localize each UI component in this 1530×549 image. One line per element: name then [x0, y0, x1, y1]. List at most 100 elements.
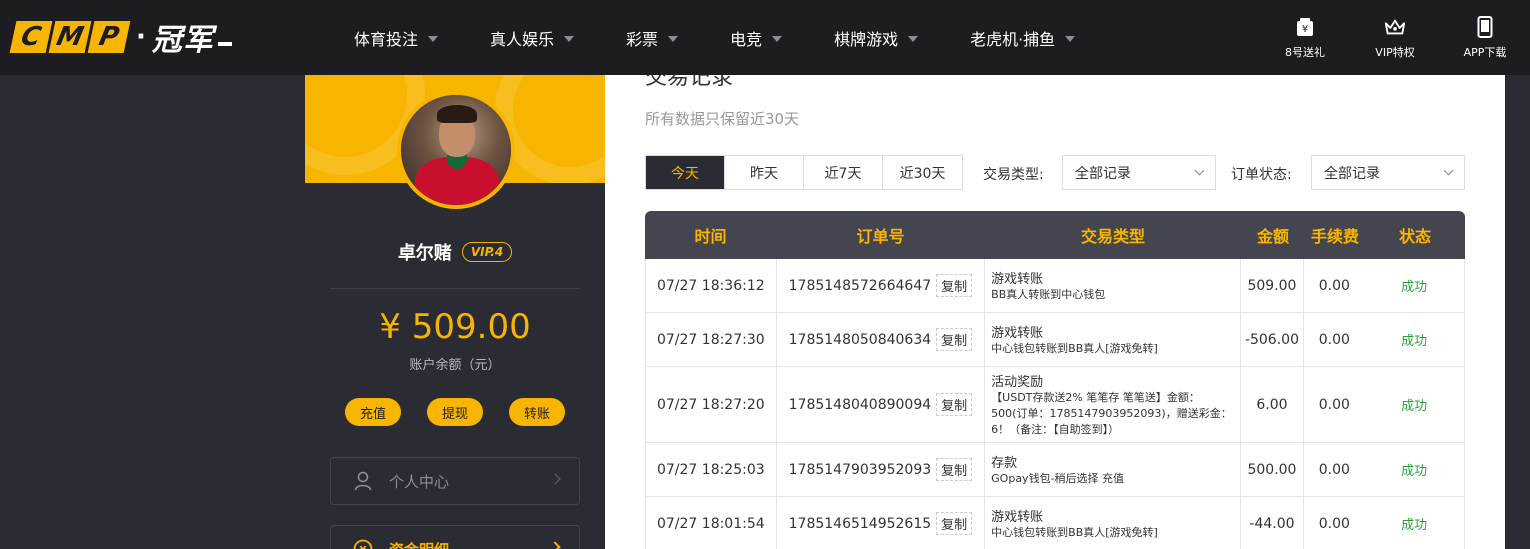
status-badge: 成功 — [1401, 464, 1428, 479]
logo-text: 冠军 — [151, 23, 214, 58]
cell-time: 07/27 18:36:12 — [646, 259, 777, 312]
brand-logo[interactable]: C M P · 冠军 — [9, 19, 232, 58]
gift-yen-icon: ¥ — [1294, 16, 1316, 38]
chevron-down-icon — [1443, 165, 1454, 176]
deposit-button[interactable]: 充值 — [345, 398, 401, 426]
logo-cmp: C M P — [9, 21, 131, 53]
logo-letter: C — [9, 21, 53, 53]
logo-letter: P — [87, 21, 131, 53]
main-nav: 体育投注 真人娱乐 彩票 电竞 棋牌游戏 老虎机·捕鱼 — [354, 0, 1127, 75]
cell-fee: 0.00 — [1318, 331, 1350, 348]
col-amount: 金额 — [1256, 227, 1289, 246]
logo-mark — [217, 42, 232, 46]
cell-time: 07/27 18:01:54 — [646, 497, 777, 549]
account-sidebar: 卓尔赌 VIP.4 ¥ 509.00 账户余额（元） 充值 提现 转账 个人中心… — [305, 75, 605, 549]
copy-button[interactable]: 复制 — [936, 512, 973, 535]
col-fee: 手续费 — [1310, 227, 1359, 246]
sidebar-item-fund-details[interactable]: ¥ 资金明细 — [330, 525, 580, 549]
top-header: C M P · 冠军 体育投注 真人娱乐 彩票 电竞 棋牌游戏 老虎机·捕鱼 ¥… — [0, 0, 1530, 75]
nav-item-slots-fishing[interactable]: 老虎机·捕鱼 — [970, 26, 1076, 50]
nav-label: 棋牌游戏 — [834, 29, 899, 49]
table-row: 07/27 18:36:12 1785148572664647 复制 游戏转账 BB… — [645, 259, 1465, 313]
status-badge: 成功 — [1401, 334, 1428, 349]
copy-button[interactable]: 复制 — [936, 393, 973, 416]
transfer-button[interactable]: 转账 — [509, 398, 565, 426]
app-label: APP下载 — [1463, 45, 1507, 59]
gift-button[interactable]: ¥ 8号送礼 — [1260, 0, 1350, 75]
status-badge: 成功 — [1401, 280, 1428, 295]
type-detail: GOpay钱包-稍后选择 充值 — [991, 472, 1125, 485]
col-type: 交易类型 — [1080, 227, 1145, 246]
cell-fee: 0.00 — [1318, 515, 1350, 532]
copy-button[interactable]: 复制 — [936, 328, 973, 351]
transaction-type-label: 交易类型: — [983, 167, 1044, 183]
nav-label: 电竞 — [730, 29, 763, 49]
nav-label: 真人娱乐 — [490, 29, 555, 49]
logo-letter: M — [48, 21, 92, 53]
col-status: 状态 — [1398, 227, 1431, 246]
avatar-frame — [397, 91, 515, 209]
order-number: 1785148050840634 — [788, 331, 932, 348]
cell-status: 成功 — [1364, 497, 1464, 549]
chevron-right-icon — [549, 541, 561, 549]
avatar[interactable] — [401, 95, 511, 205]
copy-button[interactable]: 复制 — [936, 458, 973, 481]
tab-today[interactable]: 今天 — [646, 156, 725, 189]
order-status-select[interactable]: 全部记录 — [1311, 155, 1465, 190]
chevron-right-icon — [549, 473, 561, 485]
sidebar-item-personal-center[interactable]: 个人中心 — [330, 457, 580, 505]
page-subtitle: 所有数据只保留近30天 — [645, 110, 800, 128]
order-number: 1785148572664647 — [788, 277, 932, 294]
svg-text:¥: ¥ — [1302, 24, 1308, 35]
app-download-button[interactable]: APP下载 — [1440, 0, 1530, 75]
chevron-down-icon — [772, 35, 783, 42]
wallet-actions: 充值 提现 转账 — [345, 398, 565, 426]
header-actions: ¥ 8号送礼 VIP特权 APP下载 — [1260, 0, 1530, 75]
status-badge: 成功 — [1401, 518, 1428, 533]
crown-icon — [1384, 16, 1406, 38]
sidebar-item-label: 资金明细 — [389, 539, 449, 549]
copy-button[interactable]: 复制 — [936, 274, 973, 297]
nav-item-esports[interactable]: 电竞 — [730, 26, 783, 50]
nav-label: 彩票 — [626, 29, 659, 49]
divider — [330, 288, 580, 289]
date-range-tabs: 今天 昨天 近7天 近30天 — [645, 155, 963, 190]
user-name-row: 卓尔赌 VIP.4 — [305, 239, 605, 265]
cell-amount: -44.00 — [1241, 497, 1305, 549]
tab-last-7-days[interactable]: 近7天 — [804, 156, 883, 189]
chevron-down-icon — [908, 35, 919, 42]
transaction-type-select[interactable]: 全部记录 — [1062, 155, 1216, 190]
nav-item-sports[interactable]: 体育投注 — [354, 26, 439, 50]
cell-type: 存款 GOpay钱包-稍后选择 充值 — [985, 443, 1241, 496]
cell-type: 游戏转账 BB真人转账到中心钱包 — [985, 259, 1241, 312]
balance-label: 账户余额（元） — [409, 358, 501, 373]
order-number: 1785147903952093 — [788, 461, 932, 478]
nav-item-lottery[interactable]: 彩票 — [626, 26, 679, 50]
vip-badge: VIP.4 — [461, 242, 513, 262]
nav-label: 体育投注 — [354, 29, 419, 49]
cell-type: 游戏转账 中心钱包转账到BB真人[游戏免转] — [985, 313, 1241, 366]
cell-status: 成功 — [1364, 259, 1464, 312]
withdraw-button[interactable]: 提现 — [427, 398, 483, 426]
vip-button[interactable]: VIP特权 — [1350, 0, 1440, 75]
col-order: 订单号 — [856, 227, 905, 246]
type-name: 活动奖励 — [991, 375, 1044, 390]
order-number: 1785148040890094 — [788, 396, 932, 413]
cell-order: 1785147903952093 复制 — [777, 443, 986, 496]
cell-fee: 0.00 — [1318, 277, 1350, 294]
nav-label: 老虎机·捕鱼 — [970, 29, 1056, 49]
type-name: 游戏转账 — [991, 510, 1044, 525]
cell-amount: 509.00 — [1241, 259, 1305, 312]
nav-item-card-games[interactable]: 棋牌游戏 — [834, 26, 919, 50]
tab-yesterday[interactable]: 昨天 — [725, 156, 804, 189]
chevron-down-icon — [668, 35, 679, 42]
nav-item-live-casino[interactable]: 真人娱乐 — [490, 26, 575, 50]
cell-order: 1785146514952615 复制 — [777, 497, 986, 549]
gift-label: 8号送礼 — [1285, 45, 1325, 59]
tab-last-30-days[interactable]: 近30天 — [883, 156, 962, 189]
cell-status: 成功 — [1364, 313, 1464, 366]
cell-time: 07/27 18:27:30 — [646, 313, 777, 366]
user-icon — [353, 471, 373, 491]
table-row: 07/27 18:01:54 1785146514952615 复制 游戏转账 中心… — [645, 497, 1465, 549]
chevron-down-icon — [1194, 165, 1205, 176]
